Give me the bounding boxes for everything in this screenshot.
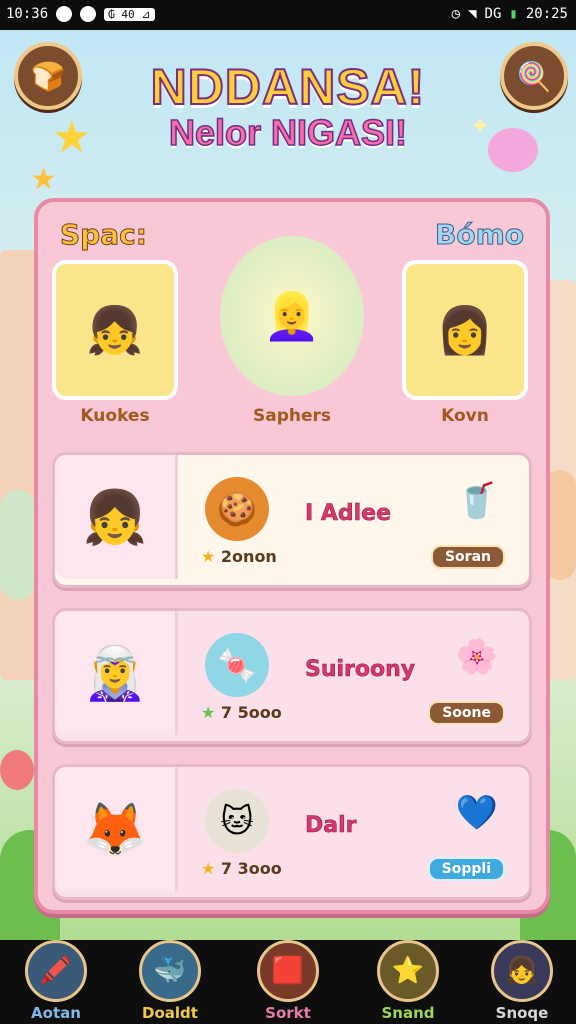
row-action-button[interactable]: Soone (428, 701, 505, 725)
character-name: Kovn (441, 406, 489, 426)
status-pill: ₲ 40 ⊿ (104, 7, 155, 21)
toast-button[interactable]: 🍞 (14, 42, 82, 110)
price: ★ 2onon (201, 547, 277, 566)
wifi-icon: ◥ (468, 6, 477, 22)
main-panel: Spac: Bómo 👧 Kuokes 👱‍♀️ Saphers 👩 Kovn … (34, 198, 550, 914)
row-action-button[interactable]: Soppli (427, 857, 505, 881)
shop-row[interactable]: 🧝‍♀️ 🍬 Suiroony ★ 7 5ooo 🌸 Soone (52, 608, 532, 744)
popsicle-button[interactable]: 🍭 (500, 42, 568, 110)
title-main: NDDANSA! (150, 58, 426, 116)
dark-hair-girl-icon: 👧 (86, 302, 144, 357)
team-label-left: Spac: (60, 218, 148, 252)
star-icon: ★ (201, 859, 221, 878)
nav-item-sorkt[interactable]: 🟥 Sorkt (238, 940, 338, 1022)
blonde-girl-icon: 👩 (436, 302, 494, 357)
status-time-left: 10:36 (6, 6, 49, 22)
character-portrait: 👱‍♀️ (216, 232, 368, 400)
cloud-decoration-icon (488, 128, 538, 172)
star-icon: ★ (201, 547, 221, 566)
character-card-2[interactable]: 👱‍♀️ Saphers (216, 232, 368, 426)
nav-label: Snand (381, 1004, 435, 1022)
character-card-1[interactable]: 👧 Kuokes (52, 260, 178, 426)
star-icon: ★ (201, 703, 221, 722)
nav-label: Doaldt (142, 1004, 198, 1022)
girl-avatar-icon: 👧 (491, 940, 553, 1002)
background-heart (0, 750, 34, 790)
star-icon: ⭐ (377, 940, 439, 1002)
character-card-3[interactable]: 👩 Kovn (402, 260, 528, 426)
character-portrait: 👧 (52, 260, 178, 400)
alarm-icon: ◷ (451, 6, 461, 22)
row-portrait: 🦊 (55, 767, 178, 891)
cat-girl-icon: 🐱 (205, 789, 269, 853)
nav-label: Sorkt (265, 1004, 311, 1022)
candy-icon: 🍬 (205, 633, 269, 697)
character-portrait: 👩 (402, 260, 528, 400)
status-time-right: 20:25 (525, 6, 568, 22)
notification-icon (56, 6, 73, 22)
star-decoration-icon: ★ (52, 112, 92, 163)
row-portrait: 👧 (55, 455, 178, 579)
status-bar: 10:36 ₲ 40 ⊿ ◷ ◥ DG ▮ 20:25 (0, 0, 576, 30)
game-title: NDDANSA! Nelor NIGASI! (120, 58, 456, 154)
fox-ear-girl-icon: 🦊 (82, 799, 148, 860)
character-name: Saphers (252, 406, 332, 426)
gem-icon: 🟥 (257, 940, 319, 1002)
item-name: I Adlee (305, 501, 392, 527)
pink-blob-icon: 🌸 (455, 637, 499, 677)
app-icon (80, 6, 97, 22)
row-action-button[interactable]: Soran (430, 545, 505, 569)
pink-hair-girl-icon: 👧 (82, 487, 148, 548)
nav-item-snand[interactable]: ⭐ Snand (358, 940, 458, 1022)
cookie-icon: 🍪 (205, 477, 269, 541)
row-portrait: 🧝‍♀️ (55, 611, 178, 735)
blob-pet-icon: 🐳 (139, 940, 201, 1002)
blue-hair-girl-icon: 💙 (455, 793, 499, 833)
popsicle-icon: 🍭 (516, 59, 552, 93)
nav-item-doaldt[interactable]: 🐳 Doaldt (120, 940, 220, 1022)
nav-item-snoqe[interactable]: 👧 Snoqe (472, 940, 572, 1022)
item-name: Suiroony (305, 657, 416, 683)
item-name: Dalr (305, 813, 357, 839)
price: ★ 7 3ooo (201, 859, 282, 878)
battery-icon: ▮ (509, 6, 518, 22)
green-hair-girl-icon: 🧝‍♀️ (82, 643, 148, 704)
title-sub: Nelor NIGASI! (168, 111, 408, 154)
shop-row[interactable]: 🦊 🐱 Dalr ★ 7 3ooo 💙 Soppli (52, 764, 532, 900)
character-name: Kuokes (80, 406, 150, 426)
team-label-right: Bómo (435, 218, 525, 252)
price: ★ 7 5ooo (201, 703, 282, 722)
nav-label: Aotan (31, 1004, 81, 1022)
toast-icon: 🍞 (30, 59, 66, 93)
nav-item-aotan[interactable]: 🖍️ Aotan (6, 940, 106, 1022)
network-label: DG (484, 6, 502, 22)
star-decoration-icon: ★ (30, 162, 57, 197)
nav-label: Snoqe (495, 1004, 549, 1022)
orange-hair-girl-icon: 👱‍♀️ (263, 288, 321, 343)
star-decoration-icon: ✦ (470, 112, 491, 140)
background-girl-left (0, 490, 36, 600)
bottom-nav: 🖍️ Aotan 🐳 Doaldt 🟥 Sorkt ⭐ Snand 👧 Snoq… (0, 940, 576, 1024)
drink-icon: 🥤 (455, 481, 499, 521)
shop-row[interactable]: 👧 🍪 I Adlee ★ 2onon 🥤 Soran (52, 452, 532, 588)
crayon-icon: 🖍️ (25, 940, 87, 1002)
